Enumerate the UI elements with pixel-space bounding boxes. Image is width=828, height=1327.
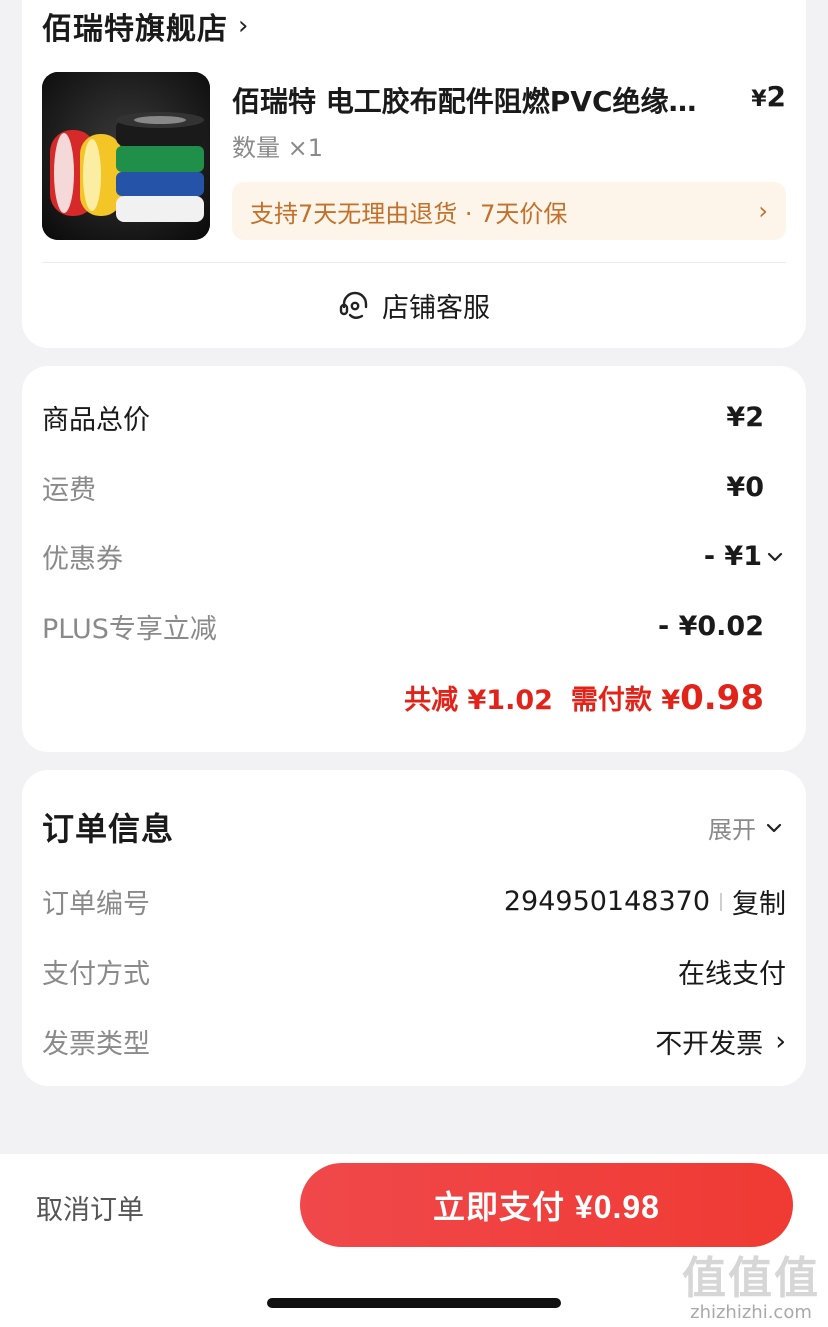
product-price-value: 2 (766, 80, 786, 113)
payment-summary: 共减 ¥1.02 需付款 ¥0.98 (404, 678, 764, 718)
order-info-title: 订单信息 (42, 810, 175, 848)
amount-due-value: 0.98 (680, 678, 764, 718)
order-row-label: 发票类型 (42, 1029, 150, 1060)
price-row-value: ¥0 (726, 472, 764, 503)
pay-now-button[interactable]: 立即支付 ¥0.98 (300, 1163, 793, 1247)
service-promise-text: 支持7天无理由退货 · 7天价保 (250, 199, 568, 228)
order-row-payment-method: 支付方式 在线支付 (42, 952, 786, 991)
chevron-right-icon: › (758, 197, 768, 225)
chevron-right-icon: › (775, 1026, 786, 1057)
electrical-tape-product-image (42, 72, 210, 240)
expand-label: 展开 (708, 816, 756, 844)
price-row-label: 运费 (42, 475, 96, 506)
store-card: 佰瑞特旗舰店 › 佰瑞特 电工胶布配件阻燃PVC绝缘胶带 ¥2 数量 ×1 支持… (22, 0, 806, 348)
chevron-down-icon (767, 552, 783, 561)
service-promise-banner[interactable]: 支持7天无理由退货 · 7天价保 › (232, 182, 786, 240)
store-service-label: 店铺客服 (382, 293, 490, 324)
bottom-action-bar: 取消订单 立即支付 ¥0.98 值值值 zhizhizhi.com (0, 1154, 828, 1327)
price-row-shipping: 运费 ¥0 (42, 468, 764, 507)
product-price: ¥2 (751, 80, 786, 113)
watermark-url: zhizhizhi.com (690, 1302, 812, 1323)
store-service-button[interactable]: 店铺客服 (22, 286, 806, 325)
cancel-order-button[interactable]: 取消订单 (36, 1188, 144, 1227)
price-row-subtotal: 商品总价 ¥2 (42, 398, 764, 437)
product-image[interactable] (42, 72, 210, 240)
headset-icon (339, 291, 368, 319)
copy-button[interactable]: 复制 (732, 882, 786, 921)
price-row-value: - ¥0.02 (657, 611, 764, 642)
divider (42, 262, 786, 263)
order-row-number: 订单编号 294950148370 复制 (42, 882, 786, 921)
store-name-link[interactable]: 佰瑞特旗舰店 › (42, 4, 249, 48)
currency-symbol: ¥ (751, 87, 767, 112)
home-indicator[interactable] (267, 1298, 561, 1308)
payment-method-value: 在线支付 (678, 959, 786, 990)
order-row-label: 订单编号 (42, 889, 150, 920)
watermark: 值值值 zhizhizhi.com (682, 1242, 820, 1323)
watermark-logo: 值值值 (682, 1253, 820, 1304)
product-quantity: 数量 ×1 (232, 134, 324, 162)
chevron-right-icon: › (238, 11, 250, 41)
chevron-down-icon (766, 823, 782, 832)
order-row-label: 支付方式 (42, 959, 150, 990)
order-row-invoice[interactable]: 发票类型 不开发票 › (42, 1022, 786, 1061)
order-number: 294950148370 (503, 886, 710, 917)
price-row-plus-discount: PLUS专享立减 - ¥0.02 (42, 607, 764, 646)
price-row-label: PLUS专享立减 (42, 614, 217, 645)
expand-button[interactable]: 展开 (708, 810, 786, 845)
store-name: 佰瑞特旗舰店 (42, 12, 228, 47)
divider (720, 892, 722, 911)
price-row-label: 优惠券 (42, 544, 123, 575)
price-row-coupon[interactable]: 优惠券 - ¥1 (42, 537, 786, 576)
invoice-type-value: 不开发票 (655, 1029, 764, 1060)
price-row-value: ¥2 (726, 402, 764, 433)
amount-due-label: 需付款 ¥ (570, 685, 681, 716)
price-row-value: - ¥1 (703, 541, 762, 572)
product-name[interactable]: 佰瑞特 电工胶布配件阻燃PVC绝缘胶带 (232, 80, 702, 120)
order-info-card: 订单信息 展开 订单编号 294950148370 复制 支付方式 在线支付 发… (22, 770, 806, 1086)
total-reduction: 共减 ¥1.02 (404, 685, 553, 716)
price-row-label: 商品总价 (42, 405, 150, 436)
price-details-card: 商品总价 ¥2 运费 ¥0 优惠券 - ¥1 PLUS专享立减 - ¥0.02 … (22, 366, 806, 752)
